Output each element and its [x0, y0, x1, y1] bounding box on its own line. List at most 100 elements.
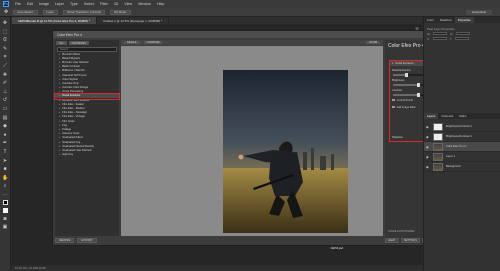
- layer-name: Brightness/Contrast 1: [446, 125, 472, 128]
- pen-icon[interactable]: ✒: [2, 140, 8, 146]
- marquee-icon[interactable]: ⬚: [2, 29, 8, 35]
- prop-y-label: Y:: [449, 36, 453, 41]
- zoom-icon[interactable]: ⌕: [2, 183, 8, 189]
- tab-favorites[interactable]: FAVORITES: [68, 41, 89, 45]
- move-icon[interactable]: ✥: [2, 20, 8, 26]
- gradient-icon[interactable]: ▤: [2, 115, 8, 121]
- brush-icon[interactable]: ✐: [2, 80, 8, 86]
- auto-select-target[interactable]: Layer: [42, 9, 59, 15]
- left-footer: RECIPES HISTORY: [55, 236, 119, 244]
- slider-knob[interactable]: [417, 92, 420, 97]
- 3d-mode-label: 3D Mode:: [109, 9, 131, 15]
- tab-swatches[interactable]: Swatches: [437, 17, 455, 23]
- layer-thumbnail: [433, 162, 443, 171]
- shape-icon[interactable]: ■: [2, 166, 8, 172]
- filter-name: Detail Extractor: [395, 61, 414, 65]
- menu-bar: Ps File Edit Image Layer Type Select Fil…: [0, 0, 500, 8]
- menu-filter[interactable]: Filter: [100, 2, 108, 6]
- menu-view[interactable]: View: [124, 2, 132, 6]
- tab-color[interactable]: Color: [424, 17, 437, 23]
- visibility-eye-icon[interactable]: ◉: [426, 125, 430, 129]
- menu-type[interactable]: Type: [70, 2, 78, 6]
- checkbox-label: Add Image Filter: [396, 105, 416, 109]
- prop-w-label: W:: [427, 31, 431, 36]
- properties-body: Pixel Layer Properties W: H: X: Y:: [424, 23, 500, 111]
- visibility-eye-icon[interactable]: ◉: [426, 155, 430, 159]
- crop-icon[interactable]: ⌗: [2, 54, 8, 60]
- quick-select-icon[interactable]: ✎: [2, 46, 8, 52]
- layer-row[interactable]: ◉ Brightness/Contrast 1: [424, 122, 500, 132]
- slider-fill: [393, 83, 417, 86]
- layer-row[interactable]: ◉ Background: [424, 162, 500, 172]
- tab-layers[interactable]: Layers: [424, 113, 439, 119]
- doc-tab-active[interactable]: CEPI4Bundel.tif @ 12.5% (Color Efex Pro …: [12, 17, 97, 24]
- layer-name: Brightness/Contrast 1: [446, 135, 472, 138]
- screen-mode-icon[interactable]: ▣: [2, 224, 8, 230]
- soldier-photo: [223, 70, 348, 233]
- tab-channels[interactable]: Channels: [438, 113, 456, 119]
- single-view-button[interactable]: SINGLE: [124, 40, 140, 45]
- tab-properties[interactable]: Properties: [454, 17, 474, 23]
- healing-icon[interactable]: ✚: [2, 72, 8, 78]
- workspace-switcher[interactable]: Essentials: [466, 9, 492, 15]
- menu-layer[interactable]: Layer: [55, 2, 64, 6]
- menu-file[interactable]: File: [15, 2, 21, 6]
- eyedropper-icon[interactable]: ⟋: [2, 63, 8, 69]
- layer-row[interactable]: ◉ Color Efex Pro 4: [424, 142, 500, 152]
- visibility-eye-icon[interactable]: ◉: [426, 135, 430, 139]
- shadows-label[interactable]: Shadows: [392, 136, 403, 139]
- quick-mask-icon[interactable]: ◙: [2, 216, 8, 222]
- layer-thumbnail: [433, 142, 443, 151]
- menu-help[interactable]: Help: [157, 2, 164, 6]
- path-select-icon[interactable]: ➤: [2, 158, 8, 164]
- hand-icon[interactable]: ✋: [2, 175, 8, 181]
- history-brush-icon[interactable]: ↺: [2, 97, 8, 103]
- lasso-icon[interactable]: ᘓ: [2, 37, 8, 43]
- auto-select-checkbox[interactable]: Auto-Select:: [13, 9, 38, 15]
- right-panels: Color Swatches Properties Pixel Layer Pr…: [423, 17, 500, 271]
- type-icon[interactable]: T: [2, 149, 8, 155]
- tab-paths[interactable]: Paths: [456, 113, 469, 119]
- prop-h-field[interactable]: [456, 31, 471, 36]
- prop-x-field[interactable]: [432, 36, 447, 41]
- visibility-eye-icon[interactable]: ◉: [426, 145, 430, 149]
- image-preview[interactable]: [121, 46, 383, 236]
- show-transform-checkbox[interactable]: Show Transform Controls: [63, 9, 105, 15]
- prop-y-field[interactable]: [455, 36, 470, 41]
- menu-select[interactable]: Select: [84, 2, 94, 6]
- control-points-checkbox[interactable]: [392, 98, 395, 102]
- blur-icon[interactable]: ◆: [2, 123, 8, 129]
- history-button[interactable]: HISTORY: [77, 237, 97, 243]
- slider-knob[interactable]: [417, 82, 420, 87]
- layer-row[interactable]: ◉ Brightness/Contrast 1: [424, 132, 500, 142]
- visibility-eye-icon[interactable]: ◉: [426, 165, 430, 169]
- prop-w-field[interactable]: [433, 31, 448, 36]
- add-filter-checkbox[interactable]: [392, 105, 395, 109]
- move-tool-icon[interactable]: ✥: [4, 9, 8, 15]
- settings-button[interactable]: SETTINGS: [400, 237, 421, 243]
- compare-view-button[interactable]: COMPARE: [143, 40, 163, 45]
- menu-window[interactable]: Window: [138, 2, 151, 6]
- layer-row[interactable]: ◉ Layer 1: [424, 152, 500, 162]
- layer-thumbnail: [433, 152, 443, 161]
- menu-edit[interactable]: Edit: [27, 2, 33, 6]
- recipes-button[interactable]: RECIPES: [55, 237, 75, 243]
- zoom-button[interactable]: ZOOM: [366, 40, 380, 45]
- expand-icon[interactable]: ▾: [392, 61, 393, 65]
- slider-knob[interactable]: [405, 72, 408, 77]
- dodge-icon[interactable]: ●: [2, 132, 8, 138]
- layer-name: Layer 1: [446, 155, 455, 158]
- clone-stamp-icon[interactable]: ⊥: [2, 89, 8, 95]
- menu-3d[interactable]: 3D: [114, 2, 119, 6]
- menu-image[interactable]: Image: [39, 2, 49, 6]
- foreground-color-swatch[interactable]: [2, 200, 8, 206]
- more-tools-icon[interactable]: ⋯: [2, 192, 8, 198]
- tab-all[interactable]: ALL: [56, 41, 67, 45]
- filter-search-input[interactable]: Search: [57, 47, 117, 52]
- help-button[interactable]: HELP: [385, 237, 399, 243]
- eraser-icon[interactable]: ▭: [2, 106, 8, 112]
- doc-tab[interactable]: Untitled-1 @ 12.5% (Rectangle 1, RGB/8#)…: [97, 17, 170, 24]
- photoshop-logo: Ps: [3, 1, 9, 7]
- background-color-swatch[interactable]: [2, 208, 8, 214]
- filter-item[interactable]: High Key: [55, 153, 119, 158]
